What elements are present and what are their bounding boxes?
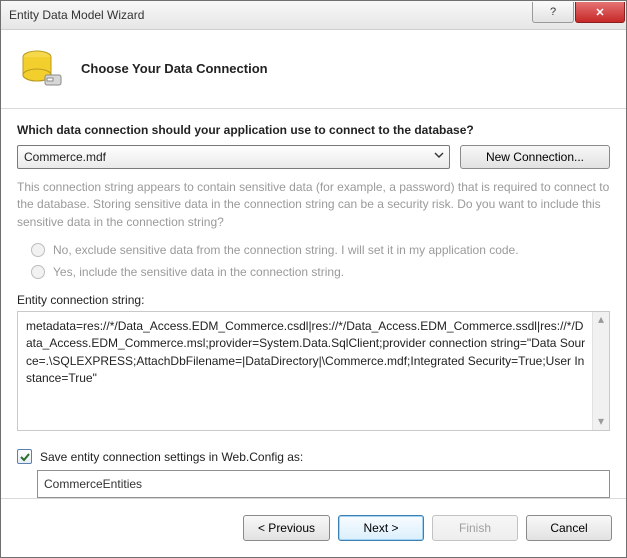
connection-string-box[interactable]: metadata=res://*/Data_Access.EDM_Commerc… [17, 311, 610, 431]
cancel-button[interactable]: Cancel [526, 515, 612, 541]
radio-icon [31, 265, 45, 279]
connection-string-value: metadata=res://*/Data_Access.EDM_Commerc… [26, 319, 585, 385]
previous-button[interactable]: < Previous [243, 515, 330, 541]
close-button[interactable]: ✕ [575, 2, 625, 23]
save-settings-row: Save entity connection settings in Web.C… [17, 449, 610, 464]
radio-include-sensitive: Yes, include the sensitive data in the c… [31, 265, 610, 279]
help-icon: ? [550, 6, 556, 18]
wizard-header: Choose Your Data Connection [1, 30, 626, 109]
scroll-down-icon[interactable]: ▾ [593, 414, 609, 430]
next-button[interactable]: Next > [338, 515, 424, 541]
radio-include-label: Yes, include the sensitive data in the c… [53, 265, 344, 279]
radio-exclude-sensitive: No, exclude sensitive data from the conn… [31, 243, 610, 257]
radio-icon [31, 243, 45, 257]
finish-button: Finish [432, 515, 518, 541]
window-title: Entity Data Model Wizard [9, 8, 532, 22]
sensitive-data-note: This connection string appears to contai… [17, 179, 610, 231]
database-icon [17, 45, 65, 93]
connection-selected-value: Commerce.mdf [24, 150, 106, 164]
radio-exclude-label: No, exclude sensitive data from the conn… [53, 243, 519, 257]
header-title: Choose Your Data Connection [81, 61, 268, 76]
scrollbar[interactable]: ▴ ▾ [592, 312, 609, 430]
titlebar[interactable]: Entity Data Model Wizard ? ✕ [1, 1, 626, 30]
config-name-input[interactable] [37, 470, 610, 498]
chevron-down-icon [433, 149, 445, 164]
wizard-window: Entity Data Model Wizard ? ✕ Choose Your… [0, 0, 627, 558]
connection-question: Which data connection should your applic… [17, 123, 610, 137]
close-icon: ✕ [595, 6, 604, 19]
wizard-body: Which data connection should your applic… [1, 109, 626, 498]
connection-dropdown[interactable]: Commerce.mdf [17, 145, 450, 169]
save-settings-label: Save entity connection settings in Web.C… [40, 450, 303, 464]
help-button[interactable]: ? [532, 2, 574, 23]
connection-string-label: Entity connection string: [17, 293, 610, 307]
scroll-up-icon[interactable]: ▴ [593, 312, 609, 328]
wizard-footer: < Previous Next > Finish Cancel [1, 498, 626, 557]
new-connection-button[interactable]: New Connection... [460, 145, 610, 169]
check-icon [20, 452, 30, 462]
connection-row: Commerce.mdf New Connection... [17, 145, 610, 169]
save-settings-checkbox[interactable] [17, 449, 32, 464]
